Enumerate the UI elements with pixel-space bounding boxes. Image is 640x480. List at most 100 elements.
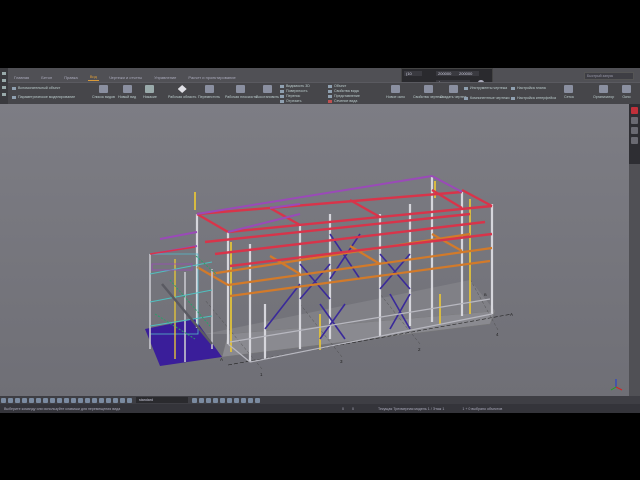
work-plane-button[interactable]: Рабочая плоскость bbox=[225, 85, 257, 99]
surface-icon bbox=[280, 89, 284, 93]
snap-ext-icon[interactable] bbox=[64, 397, 69, 403]
object-item[interactable]: Объект bbox=[328, 84, 346, 88]
layers-icon[interactable] bbox=[631, 127, 638, 134]
representation-icon bbox=[328, 94, 332, 98]
status-pan: 0 bbox=[342, 406, 344, 411]
drawing-properties-button[interactable]: Свойства чертежа bbox=[413, 85, 444, 99]
snap-int-icon[interactable] bbox=[71, 397, 76, 403]
undo-icon[interactable] bbox=[2, 86, 6, 89]
snap-comp-icon[interactable] bbox=[120, 397, 125, 403]
clip-icon bbox=[280, 99, 284, 103]
scissors-icon bbox=[145, 85, 155, 93]
snap-ref-icon[interactable] bbox=[92, 397, 97, 403]
visibility-3d-button[interactable]: Видимость 3D bbox=[280, 84, 310, 88]
organizer-button[interactable]: Организатор bbox=[593, 85, 614, 99]
restore-icon bbox=[263, 85, 272, 93]
snap-end-icon[interactable] bbox=[15, 397, 20, 403]
view-list-button[interactable]: Список видов bbox=[92, 85, 115, 99]
snap-any-icon[interactable] bbox=[85, 397, 90, 403]
coord-field-1[interactable]: (10 bbox=[404, 71, 422, 76]
status-mode: Текущая Трехмерная модель 1 / Этаж 1 bbox=[378, 406, 445, 411]
depth-icon[interactable] bbox=[220, 397, 225, 403]
redo-icon[interactable] bbox=[2, 93, 6, 96]
snap-center-icon[interactable] bbox=[29, 397, 34, 403]
ortho-icon[interactable] bbox=[199, 397, 204, 403]
drawing-properties-icon bbox=[423, 85, 433, 93]
drag-icon[interactable] bbox=[241, 397, 246, 403]
tab-home[interactable]: Главная bbox=[12, 74, 31, 81]
work-plane-icon bbox=[236, 85, 246, 93]
create-drawing-icon bbox=[448, 85, 458, 93]
interface-settings-dropdown[interactable]: Настройка интерфейса bbox=[511, 96, 556, 100]
representation-item[interactable]: Представление bbox=[328, 94, 360, 98]
new-view-button[interactable]: Новый вид bbox=[118, 85, 136, 99]
settings-icon[interactable] bbox=[631, 137, 638, 144]
direct-mod-icon[interactable] bbox=[234, 397, 239, 403]
menu-icon[interactable] bbox=[2, 72, 6, 75]
view-cube-icon[interactable] bbox=[610, 379, 623, 391]
axis-a-right-label: A bbox=[510, 312, 513, 317]
snap-point-icon[interactable] bbox=[8, 397, 13, 403]
tab-concrete[interactable]: Бетон bbox=[39, 74, 54, 81]
plan-settings-icon bbox=[511, 86, 515, 90]
aux-object-button[interactable]: Вспомогательный объект bbox=[12, 86, 60, 90]
new-view-icon bbox=[122, 85, 132, 93]
snap-vis-icon[interactable] bbox=[127, 397, 132, 403]
snap-part-icon[interactable] bbox=[113, 397, 118, 403]
parametric-icon bbox=[12, 95, 16, 99]
snap-grid-icon[interactable] bbox=[36, 397, 41, 403]
model-3d-viewport[interactable]: A A 1 3 2 4 B bbox=[0, 104, 629, 396]
coord-field-2[interactable]: 200000 bbox=[436, 71, 458, 76]
drawing-tools-dropdown[interactable]: Инструменты чертежа bbox=[464, 86, 507, 90]
snap-mid-icon[interactable] bbox=[22, 397, 27, 403]
filter-field[interactable]: standard bbox=[136, 397, 188, 403]
tab-drawings-reports[interactable]: Чертежи и отчеты bbox=[107, 74, 144, 81]
save-icon[interactable] bbox=[2, 79, 6, 82]
new-window-icon bbox=[391, 85, 400, 93]
snap-geom-icon[interactable] bbox=[99, 397, 104, 403]
new-window-button[interactable]: Новое окно bbox=[386, 85, 405, 99]
component-drawings-dropdown[interactable]: Компонентные чертежи bbox=[464, 96, 509, 100]
transfer-icon bbox=[280, 94, 284, 98]
window-button[interactable]: Окно bbox=[622, 85, 631, 99]
smart-select-icon[interactable] bbox=[227, 397, 232, 403]
restore-button[interactable]: Восстановить bbox=[256, 85, 279, 99]
snap-face-icon[interactable] bbox=[50, 397, 55, 403]
create-drawing-button[interactable]: Создать чертеж bbox=[440, 85, 466, 99]
axis-b-label: B bbox=[484, 292, 487, 297]
parametric-button[interactable]: Параметрическое моделирование bbox=[12, 95, 75, 99]
aux-object-icon bbox=[12, 86, 16, 90]
select-icon[interactable] bbox=[1, 397, 6, 403]
move-button[interactable]: Переместить bbox=[198, 85, 220, 99]
surface-button[interactable]: Поверхность bbox=[280, 89, 308, 93]
move-icon bbox=[204, 85, 214, 93]
coord-field-3[interactable]: 200000 bbox=[457, 71, 479, 76]
snap-plane-icon[interactable] bbox=[106, 397, 111, 403]
snap-toolbar: standard bbox=[0, 396, 640, 404]
plane-icon[interactable] bbox=[206, 397, 211, 403]
status-ortho: 0 bbox=[352, 406, 354, 411]
highlight-icon[interactable] bbox=[248, 397, 253, 403]
properties-icon[interactable] bbox=[631, 117, 638, 124]
tab-view[interactable]: Вид bbox=[87, 73, 99, 81]
work-area-button[interactable]: Рабочая область bbox=[168, 85, 196, 99]
view-properties-item[interactable]: Свойства вида bbox=[328, 89, 359, 93]
quick-launch-search[interactable]: Быстрый запуск bbox=[584, 72, 634, 80]
snap-line-icon[interactable] bbox=[43, 397, 48, 403]
snap-toggle-icon[interactable] bbox=[255, 397, 260, 403]
grid-button[interactable]: Сетка bbox=[564, 85, 574, 99]
clip-button[interactable]: Отрезать bbox=[280, 99, 301, 103]
tab-analysis-design[interactable]: Расчет и проектирование bbox=[186, 74, 237, 81]
snap-perp-icon[interactable] bbox=[57, 397, 62, 403]
tab-manage[interactable]: Управление bbox=[152, 74, 178, 81]
work-area-toggle-icon[interactable] bbox=[213, 397, 218, 403]
axis-4-label: 4 bbox=[496, 332, 499, 337]
tab-edit[interactable]: Правка bbox=[62, 74, 80, 81]
plan-settings-dropdown[interactable]: Настройка плана bbox=[511, 86, 546, 90]
none-button[interactable]: Никакие bbox=[143, 85, 157, 99]
snap-near-icon[interactable] bbox=[78, 397, 83, 403]
close-view-icon[interactable] bbox=[631, 107, 638, 114]
transfer-button[interactable]: Перенос bbox=[280, 94, 300, 98]
view-section-item[interactable]: Сечение вида bbox=[328, 99, 357, 103]
filter-dropdown-icon[interactable] bbox=[192, 397, 197, 403]
